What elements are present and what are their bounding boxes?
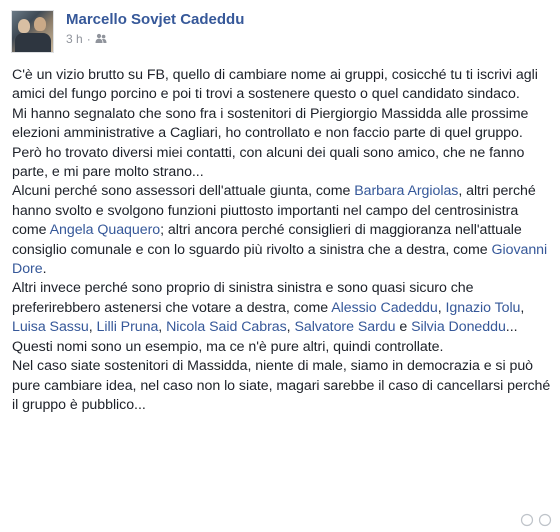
post-text-segment: , xyxy=(158,319,167,336)
avatar-person-body xyxy=(15,33,51,52)
post-paragraph: Però ho trovato diversi miei contatti, c… xyxy=(12,144,552,183)
post-text-segment: Però ho trovato diversi miei contatti, c… xyxy=(12,144,525,181)
post-text-segment: , xyxy=(88,319,97,336)
post-timestamp[interactable]: 3 h xyxy=(66,32,83,46)
post-text-segment: ... xyxy=(505,319,518,336)
profile-link[interactable]: Silvia Doneddu xyxy=(411,319,506,335)
post-text-segment: Alcuni perché sono assessori dell'attual… xyxy=(12,183,355,200)
post-paragraph: Nel caso siate sostenitori di Massidda, … xyxy=(12,357,552,415)
options-icon[interactable] xyxy=(538,513,552,527)
profile-link[interactable]: Lilli Pruna xyxy=(97,319,159,335)
profile-link[interactable]: Ignazio Tolu xyxy=(446,300,521,316)
profile-link[interactable]: Barbara Argiolas xyxy=(354,183,458,199)
avatar-person-head xyxy=(18,19,30,33)
post-text-segment: , xyxy=(520,299,525,316)
post-paragraph: Altri invece perché sono proprio di sini… xyxy=(12,279,552,337)
post-meta: 3 h · xyxy=(66,32,107,47)
post-card: Marcello Sovjet Cadeddu 3 h · C'è un vizi… xyxy=(0,0,560,528)
profile-link[interactable]: Nicola Said Cabras xyxy=(166,319,287,335)
post-paragraph: Mi hanno segnalato che sono fra i sosten… xyxy=(12,105,552,144)
globe-icon xyxy=(520,513,534,527)
post-text-segment: Questi nomi sono un esempio, ma ce n'è p… xyxy=(12,338,444,355)
profile-link[interactable]: Luisa Sassu xyxy=(12,319,89,335)
avatar-person-head xyxy=(34,17,46,31)
post-text-segment: , xyxy=(437,299,446,316)
post-text: C'è un vizio brutto su FB, quello di cam… xyxy=(12,66,552,415)
post-text-segment: e xyxy=(395,319,412,336)
post-text-segment: Nel caso siate sostenitori di Massidda, … xyxy=(12,358,551,413)
post-paragraph: Alcuni perché sono assessori dell'attual… xyxy=(12,182,552,279)
group-icon[interactable] xyxy=(95,33,107,47)
avatar[interactable] xyxy=(11,10,54,53)
post-paragraph: Questi nomi sono un esempio, ma ce n'è p… xyxy=(12,338,552,357)
post-text-segment: C'è un vizio brutto su FB, quello di cam… xyxy=(12,67,538,103)
profile-link[interactable]: Alessio Cadeddu xyxy=(331,300,438,316)
profile-link[interactable]: Angela Quaquero xyxy=(50,222,161,238)
author-name[interactable]: Marcello Sovjet Cadeddu xyxy=(66,11,244,28)
post-paragraph: C'è un vizio brutto su FB, quello di cam… xyxy=(12,66,552,105)
post-text-segment: Mi hanno segnalato che sono fra i sosten… xyxy=(12,105,529,142)
meta-separator: · xyxy=(86,32,91,46)
profile-link[interactable]: Salvatore Sardu xyxy=(294,319,395,335)
post-text-segment: . xyxy=(42,261,47,278)
